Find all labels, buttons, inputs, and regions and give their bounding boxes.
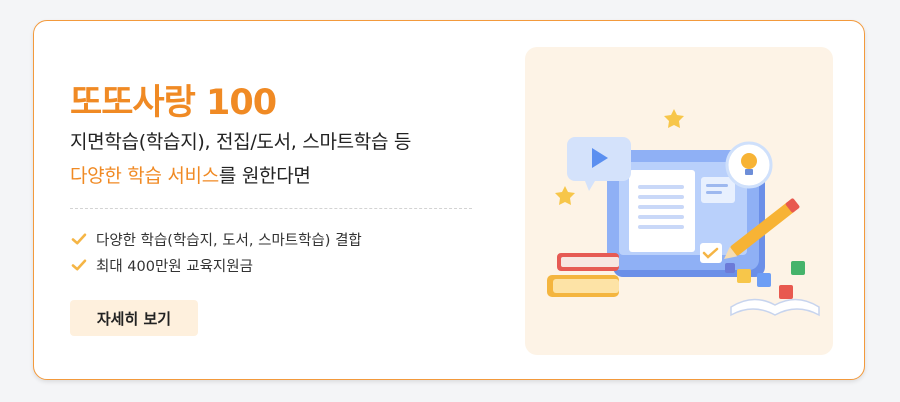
- description-line-2: 다양한 학습 서비스를 원한다면: [70, 159, 411, 193]
- banner-description: 지면학습(학습지), 전집/도서, 스마트학습 등 다양한 학습 서비스를 원한…: [70, 125, 411, 193]
- view-details-button[interactable]: 자세히 보기: [70, 300, 198, 336]
- feature-text: 최대 400만원 교육지원금: [96, 258, 253, 275]
- banner-title: 또또사랑 100: [70, 83, 277, 123]
- feature-text: 다양한 학습(학습지, 도서, 스마트학습) 결합: [96, 232, 362, 249]
- feature-item: 최대 400만원 교육지원금: [70, 252, 362, 278]
- feature-list: 다양한 학습(학습지, 도서, 스마트학습) 결합 최대 400만원 교육지원금: [70, 226, 362, 278]
- promo-card: 또또사랑 100 지면학습(학습지), 전집/도서, 스마트학습 등 다양한 학…: [33, 20, 865, 380]
- description-rest: 를 원한다면: [218, 165, 311, 187]
- star-icon: [664, 109, 684, 128]
- tablet-learning-illustration: [547, 109, 820, 317]
- lightbulb-icon: [741, 153, 757, 169]
- feature-item: 다양한 학습(학습지, 도서, 스마트학습) 결합: [70, 226, 362, 252]
- dashed-divider: [70, 208, 472, 209]
- checkmark-icon: [71, 259, 87, 271]
- description-line-1: 지면학습(학습지), 전집/도서, 스마트학습 등: [70, 131, 412, 153]
- learning-illustration: [525, 47, 833, 355]
- description-highlight: 다양한 학습 서비스: [70, 165, 219, 187]
- checkmark-icon: [71, 233, 87, 245]
- star-icon: [555, 186, 575, 205]
